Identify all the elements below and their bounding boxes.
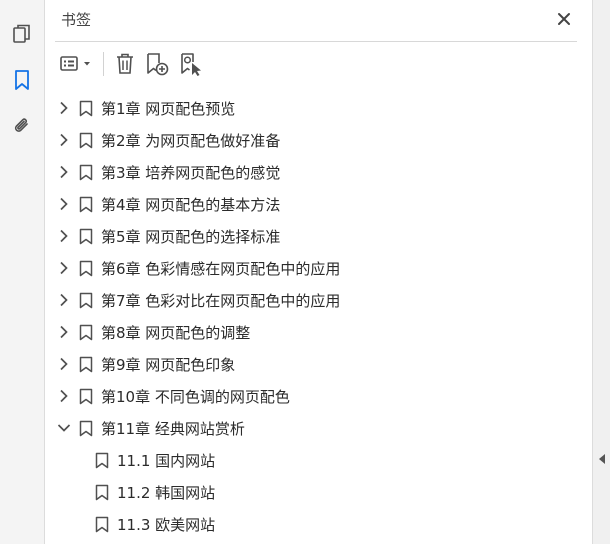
bookmark-label: 11.3 欧美网站 <box>117 516 216 534</box>
bookmark-child-item[interactable]: 11.2 韩国网站 <box>45 476 592 508</box>
header-divider <box>55 41 577 42</box>
chevron-right-icon[interactable] <box>57 356 71 372</box>
bookmark-label: 第5章 网页配色的选择标准 <box>101 228 281 246</box>
collapse-arrow-icon[interactable] <box>598 450 606 464</box>
toolbar-separator <box>103 52 104 76</box>
bookmark-label: 第2章 为网页配色做好准备 <box>101 132 281 150</box>
bookmark-ribbon-icon <box>79 420 93 437</box>
bookmark-label: 11.2 韩国网站 <box>117 484 216 502</box>
chevron-right-icon[interactable] <box>57 228 71 244</box>
bookmark-label: 第9章 网页配色印象 <box>101 356 236 374</box>
options-menu-icon <box>60 56 90 71</box>
panel-edge-scrollbar[interactable] <box>592 0 610 544</box>
chevron-right-icon[interactable] <box>57 132 71 148</box>
bookmark-ribbon-icon <box>79 324 93 341</box>
bookmark-label: 11.1 国内网站 <box>117 452 216 470</box>
bookmark-item[interactable]: 第6章 色彩情感在网页配色中的应用 <box>45 252 592 284</box>
bookmarks-panel: 书签 第1章 网页配色预览 第2章 为网页配色做好准备 第3章 培养网页配色的感… <box>45 0 592 544</box>
bookmark-item[interactable]: 第4章 网页配色的基本方法 <box>45 188 592 220</box>
bookmark-label: 第4章 网页配色的基本方法 <box>101 196 281 214</box>
options-menu-button[interactable] <box>57 49 97 79</box>
bookmark-ribbon-icon <box>79 292 93 309</box>
bookmark-item[interactable]: 第10章 不同色调的网页配色 <box>45 380 592 412</box>
bookmark-item[interactable]: 第11章 经典网站赏析 <box>45 412 592 444</box>
bookmark-item[interactable]: 第5章 网页配色的选择标准 <box>45 220 592 252</box>
bookmark-ribbon-icon <box>79 388 93 405</box>
delete-icon[interactable] <box>110 49 140 79</box>
chevron-right-icon[interactable] <box>57 100 71 116</box>
chevron-right-icon[interactable] <box>57 196 71 212</box>
chevron-down-icon[interactable] <box>57 420 71 436</box>
bookmark-ribbon-icon <box>95 452 109 469</box>
bookmark-icon[interactable] <box>6 64 38 96</box>
bookmark-item[interactable]: 第7章 色彩对比在网页配色中的应用 <box>45 284 592 316</box>
bookmark-label: 第3章 培养网页配色的感觉 <box>101 164 281 182</box>
bookmark-tree: 第1章 网页配色预览第2章 为网页配色做好准备 第3章 培养网页配色的感觉 第4章 … <box>45 92 592 540</box>
bookmark-item[interactable]: 第2章 为网页配色做好准备 <box>45 124 592 156</box>
bookmark-ribbon-icon <box>79 100 93 117</box>
bookmark-item[interactable]: 第1章 网页配色预览 <box>45 92 592 124</box>
bookmark-label: 第11章 经典网站赏析 <box>101 420 245 438</box>
bookmark-label: 第6章 色彩情感在网页配色中的应用 <box>101 260 341 278</box>
bookmark-ribbon-icon <box>79 228 93 245</box>
bookmark-item[interactable]: 第3章 培养网页配色的感觉 <box>45 156 592 188</box>
bookmark-child-item[interactable]: 11.1 国内网站 <box>45 444 592 476</box>
chevron-right-icon[interactable] <box>57 260 71 276</box>
bookmark-from-selection-icon[interactable] <box>174 49 208 79</box>
bookmark-ribbon-icon <box>95 484 109 501</box>
bookmark-ribbon-icon <box>79 196 93 213</box>
chevron-right-icon[interactable] <box>57 292 71 308</box>
attachment-icon[interactable] <box>6 110 38 142</box>
bookmark-label: 第7章 色彩对比在网页配色中的应用 <box>101 292 341 310</box>
bookmark-ribbon-icon <box>79 260 93 277</box>
chevron-right-icon[interactable] <box>57 164 71 180</box>
bookmark-label: 第10章 不同色调的网页配色 <box>101 388 290 406</box>
left-navigation-rail <box>0 0 45 544</box>
bookmark-child-item[interactable]: 11.3 欧美网站 <box>45 508 592 540</box>
chevron-right-icon[interactable] <box>57 388 71 404</box>
bookmark-label: 第8章 网页配色的调整 <box>101 324 251 342</box>
bookmark-item[interactable]: 第8章 网页配色的调整 <box>45 316 592 348</box>
bookmark-ribbon-icon <box>79 132 93 149</box>
close-icon[interactable] <box>554 9 574 29</box>
bookmark-label: 第1章 网页配色预览 <box>101 100 236 118</box>
bookmark-ribbon-icon <box>79 356 93 373</box>
panel-title: 书签 <box>61 11 92 29</box>
bookmark-item[interactable]: 第9章 网页配色印象 <box>45 348 592 380</box>
pages-icon[interactable] <box>6 18 38 50</box>
bookmark-ribbon-icon <box>79 164 93 181</box>
bookmarks-toolbar <box>57 48 208 80</box>
new-bookmark-icon[interactable] <box>140 49 174 79</box>
bookmark-ribbon-icon <box>95 516 109 533</box>
chevron-right-icon[interactable] <box>57 324 71 340</box>
